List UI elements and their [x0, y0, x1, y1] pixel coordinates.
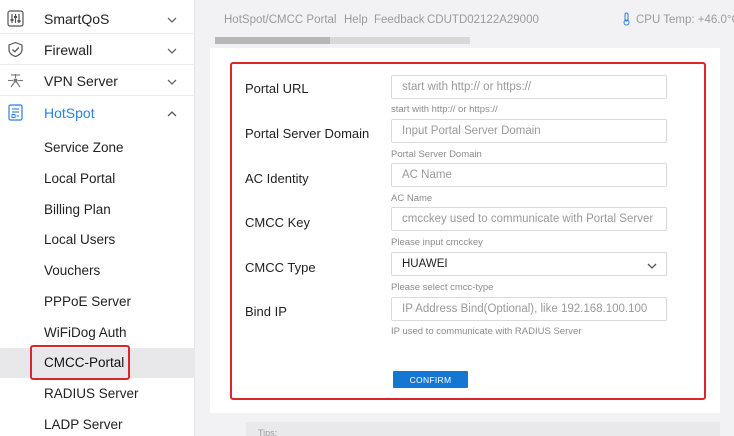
help-link[interactable]: Help: [344, 14, 368, 26]
bind-ip-input[interactable]: [391, 297, 667, 321]
shield-check-icon: [7, 41, 24, 58]
portal-url-input[interactable]: [391, 75, 667, 99]
sidebar-item-label: Local Users: [44, 232, 116, 247]
sidebar-item-label: LADP Server: [44, 417, 123, 432]
cmcc-type-help: Please select cmcc-type: [391, 282, 494, 293]
bind-ip-label: Bind IP: [245, 304, 287, 319]
ac-identity-input[interactable]: [391, 163, 667, 187]
sidebar-item-label: RADIUS Server: [44, 386, 139, 401]
tips-box: Tips:: [246, 422, 720, 436]
menu-label: VPN Server: [44, 72, 118, 89]
tips-label: Tips:: [258, 428, 278, 436]
bind-ip-help: IP used to communicate with RADIUS Serve…: [391, 326, 582, 337]
portal-url-label: Portal URL: [245, 81, 309, 96]
cmcc-type-select[interactable]: HUAWEI: [391, 252, 667, 276]
sidebar-item-label: Billing Plan: [44, 202, 111, 217]
sidebar-item-wifidog-auth[interactable]: WiFiDog Auth: [0, 318, 195, 348]
chevron-down-icon: [166, 13, 178, 25]
portal-server-domain-help: Portal Server Domain: [391, 149, 482, 160]
page-scroll-bar[interactable]: [215, 37, 470, 44]
feedback-link[interactable]: Feedback: [374, 14, 425, 26]
chevron-down-icon: [166, 75, 178, 87]
top-bar: HotSpot/CMCC Portal Help Feedback CDUTD0…: [196, 0, 734, 48]
sidebar-item-pppoe-server[interactable]: PPPoE Server: [0, 287, 195, 317]
sidebar-item-ladp-server[interactable]: LADP Server: [0, 410, 195, 436]
menu-label: Firewall: [44, 41, 93, 58]
sliders-icon: [7, 10, 24, 27]
menu-hotspot[interactable]: HotSpot: [0, 97, 195, 128]
sidebar-item-label: Local Portal: [44, 171, 116, 186]
cmcc-key-input[interactable]: [391, 207, 667, 231]
sidebar-item-local-portal[interactable]: Local Portal: [0, 164, 195, 194]
cpu-temp: CPU Temp: +46.0°C: [636, 14, 734, 26]
sidebar-item-billing-plan[interactable]: Billing Plan: [0, 195, 195, 225]
chevron-up-icon: [166, 107, 178, 119]
sidebar-item-label: PPPoE Server: [44, 294, 132, 309]
sidebar: SmartQoS Firewall VPN Server HotSpot Ser…: [0, 0, 195, 436]
sidebar-item-local-users[interactable]: Local Users: [0, 225, 195, 255]
sidebar-item-label: Vouchers: [44, 263, 101, 278]
sidebar-item-label: WiFiDog Auth: [44, 325, 127, 340]
device-id: CDUTD02122A29000: [427, 14, 539, 26]
breadcrumb: HotSpot/CMCC Portal: [224, 14, 337, 26]
highlight-box: [30, 345, 130, 380]
menu-firewall[interactable]: Firewall: [0, 34, 195, 65]
chevron-down-icon: [166, 44, 178, 56]
menu-label: SmartQoS: [44, 10, 110, 27]
divider: [0, 95, 195, 96]
cmcc-type-value: HUAWEI: [402, 258, 448, 270]
portal-server-domain-input[interactable]: [391, 119, 667, 143]
cmcc-key-label: CMCC Key: [245, 215, 311, 230]
sidebar-item-radius-server[interactable]: RADIUS Server: [0, 379, 195, 409]
hotspot-icon: [7, 104, 24, 121]
cmcc-type-label: CMCC Type: [245, 260, 316, 275]
portal-url-help: start with http:// or https://: [391, 104, 498, 115]
portal-server-domain-label: Portal Server Domain: [245, 126, 370, 141]
chevron-down-icon: [646, 259, 658, 271]
menu-label: HotSpot: [44, 104, 95, 121]
menu-vpn-server[interactable]: VPN Server: [0, 65, 195, 96]
sidebar-item-label: Service Zone: [44, 140, 124, 155]
network-icon: [7, 72, 24, 89]
scroll-thumb[interactable]: [215, 37, 330, 44]
ac-identity-help: AC Name: [391, 193, 433, 204]
confirm-button[interactable]: CONFIRM: [393, 371, 468, 388]
sidebar-item-vouchers[interactable]: Vouchers: [0, 256, 195, 286]
cmcc-key-help: Please input cmcckey: [391, 237, 483, 248]
sidebar-item-service-zone[interactable]: Service Zone: [0, 133, 195, 163]
thermometer-icon: [622, 12, 631, 29]
menu-smartqos[interactable]: SmartQoS: [0, 3, 195, 34]
ac-identity-label: AC Identity: [245, 171, 309, 186]
